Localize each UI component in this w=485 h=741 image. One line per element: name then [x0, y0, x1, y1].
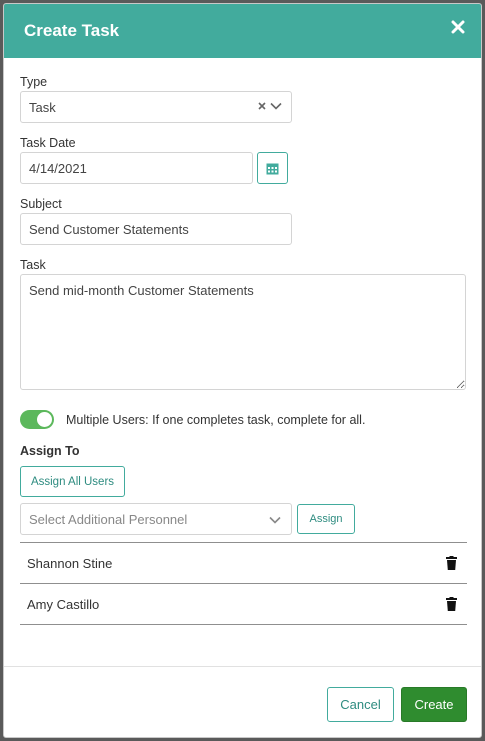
toggle-knob: [37, 412, 52, 427]
calendar-icon: [266, 163, 279, 174]
type-label: Type: [20, 75, 48, 89]
trash-icon[interactable]: [446, 597, 457, 611]
modal-title: Create Task: [24, 21, 120, 40]
task-date-input[interactable]: 4/14/2021: [20, 152, 253, 184]
assign-to-title: Assign To: [20, 444, 80, 458]
chevron-down-icon[interactable]: [270, 101, 282, 113]
task-label: Task: [20, 258, 46, 272]
multiple-users-label: Multiple Users: If one completes task, c…: [66, 412, 366, 427]
close-icon[interactable]: [450, 19, 466, 35]
modal-header: Create Task: [4, 4, 481, 58]
user-name: Shannon Stine: [27, 555, 113, 571]
type-select[interactable]: Task: [20, 91, 292, 123]
trash-icon[interactable]: [446, 556, 457, 570]
type-select-value: Task: [20, 91, 292, 123]
create-task-modal: Create Task Type Task Task Date 4/14/202…: [3, 3, 482, 738]
subject-label: Subject: [20, 197, 62, 211]
subject-input[interactable]: Send Customer Statements: [20, 213, 292, 245]
task-textarea[interactable]: Send mid-month Customer Statements: [20, 274, 466, 390]
chevron-down-icon: [269, 512, 281, 527]
assign-button[interactable]: Assign: [297, 504, 355, 534]
clear-icon[interactable]: [258, 101, 266, 113]
personnel-select[interactable]: Select Additional Personnel: [20, 503, 292, 535]
user-name: Amy Castillo: [27, 596, 100, 612]
calendar-button[interactable]: [257, 152, 288, 184]
multiple-users-toggle[interactable]: [20, 410, 54, 429]
list-item: Amy Castillo: [20, 584, 467, 625]
personnel-placeholder: Select Additional Personnel: [29, 511, 188, 527]
footer-divider: [4, 666, 481, 667]
assigned-users-list: Shannon Stine Amy Castillo: [20, 542, 467, 625]
assign-all-users-button[interactable]: Assign All Users: [20, 466, 125, 497]
cancel-button[interactable]: Cancel: [327, 687, 394, 722]
list-item: Shannon Stine: [20, 543, 467, 584]
task-date-label: Task Date: [20, 136, 76, 150]
create-button[interactable]: Create: [401, 687, 467, 722]
